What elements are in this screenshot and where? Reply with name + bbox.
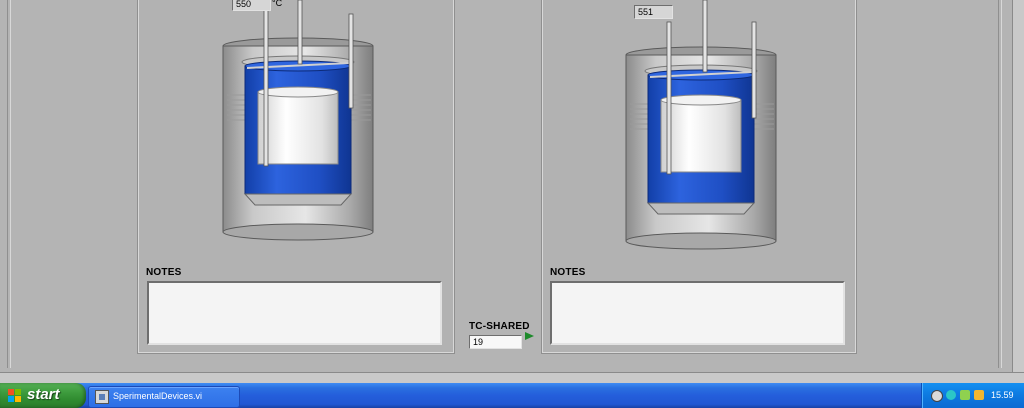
tc-shared-field[interactable]: 19 [469, 335, 522, 349]
tc-shared-label: TC-SHARED [469, 321, 530, 332]
windows-logo-icon [8, 389, 22, 403]
notes-label-left: NOTES [146, 267, 182, 278]
taskbar-window-label: SperimentalDevices.vi [113, 391, 203, 401]
temperature-readout-left: 550 [232, 0, 271, 11]
frame-line-right [998, 0, 1002, 368]
taskbar-clock: 15.59 [991, 390, 1014, 400]
network-icon[interactable] [931, 390, 943, 402]
furnace-right [625, 0, 777, 250]
front-panel: 550 °C 551 NOTES NOTES TC-SHARED 19 [0, 0, 1012, 378]
frame-line-left [7, 0, 11, 368]
temperature-readout-right: 551 [634, 5, 673, 19]
taskbar-window-button[interactable]: SperimentalDevices.vi [88, 386, 240, 408]
security-icon[interactable] [974, 390, 984, 400]
labview-vi-icon [95, 390, 109, 404]
furnace-left [222, 0, 374, 241]
vertical-scrollbar[interactable] [1012, 0, 1024, 378]
notes-field-right[interactable] [550, 281, 845, 345]
taskbar: start SperimentalDevices.vi 15.59 [0, 383, 1024, 408]
volume-icon[interactable] [960, 390, 970, 400]
start-button[interactable]: start [0, 383, 86, 408]
notes-label-right: NOTES [550, 267, 586, 278]
start-label: start [27, 386, 60, 403]
refresh-icon[interactable] [946, 390, 956, 400]
temperature-unit-left: °C [272, 0, 283, 8]
notes-field-left[interactable] [147, 281, 442, 345]
tc-shared-arrow-icon[interactable] [525, 332, 534, 340]
